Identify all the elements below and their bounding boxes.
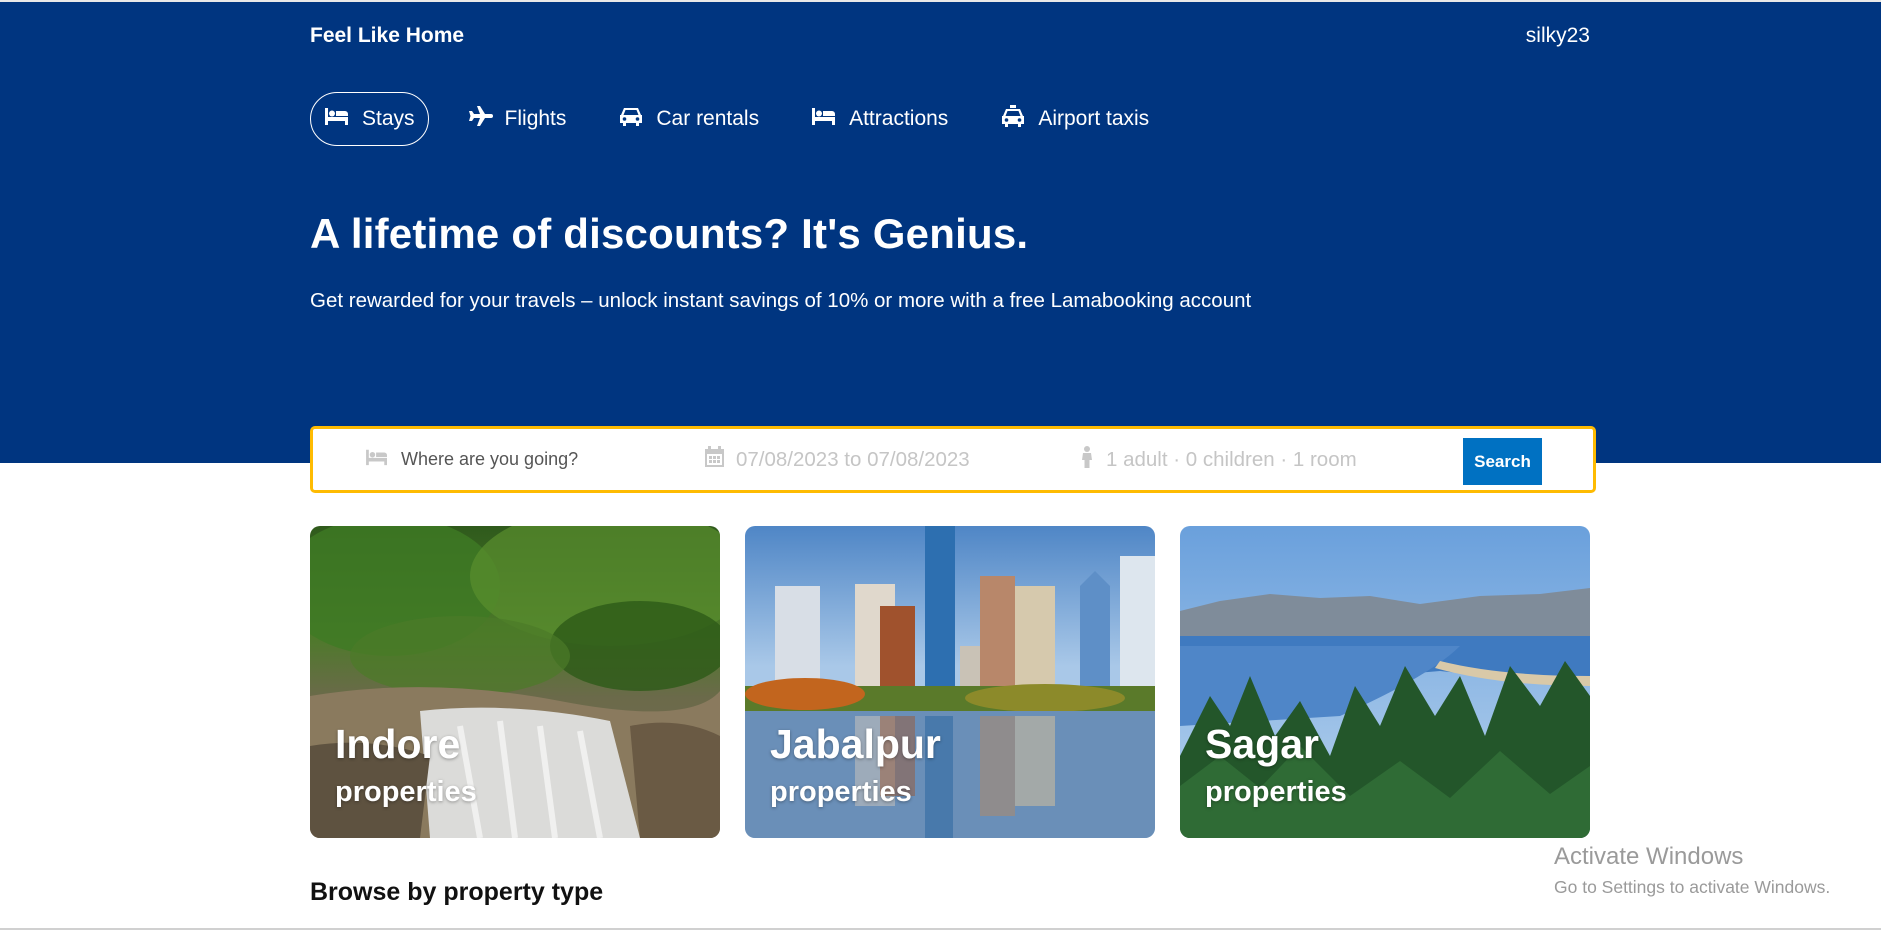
featured-cities: Indore properties Jabalpur properties Sa… xyxy=(310,526,1591,838)
destination-field[interactable] xyxy=(365,429,621,490)
bed-icon xyxy=(811,105,837,133)
nav-label: Car rentals xyxy=(656,107,760,130)
guests-field[interactable]: 1 adult · 0 children · 1 room xyxy=(1080,429,1357,490)
watermark-title: Activate Windows xyxy=(1554,843,1744,870)
search-button[interactable]: Search xyxy=(1463,438,1542,485)
card-city: Jabalpur xyxy=(770,721,941,767)
card-city: Sagar xyxy=(1205,721,1319,767)
card-label: properties xyxy=(335,776,477,808)
watermark-subtitle: Go to Settings to activate Windows. xyxy=(1554,877,1831,897)
date-range-field[interactable]: 07/08/2023 to 07/08/2023 xyxy=(705,429,970,490)
divider xyxy=(0,928,1881,930)
nav-bar: Stays Flights Car rentals Attractions Ai… xyxy=(310,92,1163,146)
hero-subtitle: Get rewarded for your travels – unlock i… xyxy=(310,289,1252,312)
featured-card-indore[interactable]: Indore properties xyxy=(310,526,720,838)
calendar-icon xyxy=(705,446,724,473)
browse-section-title: Browse by property type xyxy=(310,878,604,906)
nav-label: Airport taxis xyxy=(1038,107,1150,130)
bed-icon xyxy=(365,447,389,472)
card-label: properties xyxy=(1205,776,1347,808)
nav-item-flights[interactable]: Flights xyxy=(453,92,581,146)
person-icon xyxy=(1080,445,1094,474)
nav-label: Flights xyxy=(504,107,567,130)
plane-icon xyxy=(467,105,493,133)
header: Feel Like Home silky23 Stays Flights Car… xyxy=(0,0,1881,463)
nav-item-attractions[interactable]: Attractions xyxy=(797,92,962,146)
card-city: Indore xyxy=(335,721,461,767)
date-range-text: 07/08/2023 to 07/08/2023 xyxy=(736,447,970,471)
featured-card-sagar[interactable]: Sagar properties xyxy=(1180,526,1590,838)
hero-title: A lifetime of discounts? It's Genius. xyxy=(310,210,1029,257)
brand-logo[interactable]: Feel Like Home xyxy=(310,24,464,48)
car-icon xyxy=(618,105,644,133)
nav-item-stays[interactable]: Stays xyxy=(310,92,429,146)
bed-icon xyxy=(324,105,350,133)
nav-item-car-rentals[interactable]: Car rentals xyxy=(604,92,773,146)
guests-text: 1 adult · 0 children · 1 room xyxy=(1106,447,1357,471)
username[interactable]: silky23 xyxy=(1526,24,1590,48)
windows-activation-watermark: Activate Windows Go to Settings to activ… xyxy=(1554,843,1830,898)
search-bar: 07/08/2023 to 07/08/2023 1 adult · 0 chi… xyxy=(310,426,1596,493)
destination-input[interactable] xyxy=(401,449,621,470)
nav-label: Attractions xyxy=(849,107,949,130)
featured-card-jabalpur[interactable]: Jabalpur properties xyxy=(745,526,1155,838)
nav-label: Stays xyxy=(362,107,415,130)
taxi-icon xyxy=(1000,105,1026,133)
nav-item-airport-taxis[interactable]: Airport taxis xyxy=(986,92,1163,146)
card-label: properties xyxy=(770,776,912,808)
